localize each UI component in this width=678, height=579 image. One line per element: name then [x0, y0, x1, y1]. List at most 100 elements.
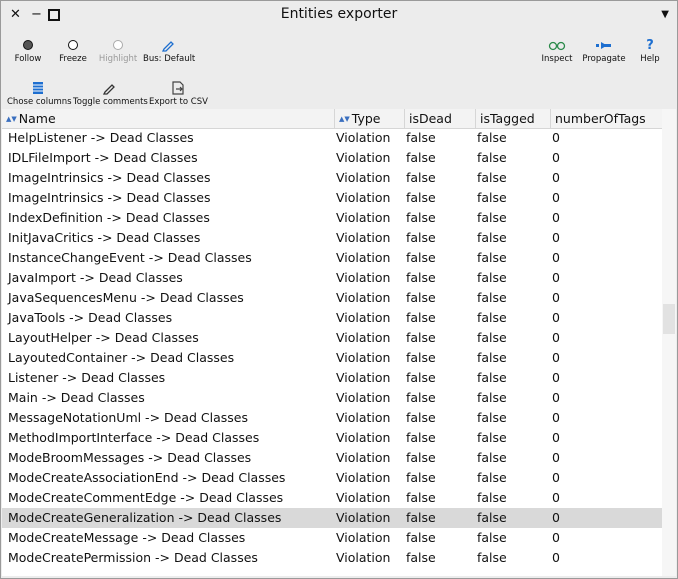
table-row[interactable]: Main -> Dead Classes Violation false false 0 — [2, 388, 662, 408]
table-row[interactable]: JavaSequencesMenu -> Dead Classes Violati… — [2, 288, 662, 308]
cell-istagged: false — [477, 250, 507, 265]
cell-istagged: false — [477, 470, 507, 485]
table-row[interactable]: JavaTools -> Dead Classes Violation false f… — [2, 308, 662, 328]
column-header-istagged[interactable]: isTagged — [476, 109, 551, 128]
cell-type: Violation — [336, 370, 391, 385]
cell-istagged: false — [477, 290, 507, 305]
bus-label: Bus: Default — [143, 54, 196, 64]
pencil-icon — [143, 36, 193, 54]
cell-istagged: false — [477, 210, 507, 225]
entities-table: ▲▼ Name ▲▼ Type isDead isTagged numberOfTa… — [2, 109, 676, 576]
chose-columns-label: Chose columns — [7, 97, 72, 107]
cell-istagged: false — [477, 350, 507, 365]
table-row[interactable]: ModeCreatePermission -> Dead Classes Viol… — [2, 548, 662, 568]
cell-isdead: false — [406, 230, 436, 245]
cell-numberoftags: 0 — [552, 430, 560, 445]
cell-numberoftags: 0 — [552, 370, 560, 385]
cell-isdead: false — [406, 550, 436, 565]
table-row[interactable]: ModeBroomMessages -> Dead Classes Violati… — [2, 448, 662, 468]
chose-columns-button[interactable]: Chose columns — [7, 79, 72, 108]
cell-name: ModeCreateMessage -> Dead Classes — [8, 530, 246, 545]
help-button[interactable]: ? Help — [635, 36, 665, 65]
scrollbar-thumb[interactable] — [663, 304, 675, 334]
cell-type: Violation — [336, 490, 391, 505]
highlight-button[interactable]: Highlight — [97, 36, 139, 65]
follow-button[interactable]: Follow — [9, 36, 47, 65]
table-header: ▲▼ Name ▲▼ Type isDead isTagged numberOfTa… — [2, 109, 662, 129]
inspect-label: Inspect — [541, 54, 573, 64]
cell-isdead: false — [406, 470, 436, 485]
freeze-label: Freeze — [59, 54, 87, 64]
cell-numberoftags: 0 — [552, 250, 560, 265]
table-row[interactable]: JavaImport -> Dead Classes Violation false… — [2, 268, 662, 288]
cell-name: JavaSequencesMenu -> Dead Classes — [8, 290, 244, 305]
bus-button[interactable]: Bus: Default — [143, 36, 196, 65]
propagate-button[interactable]: Propagate — [581, 36, 627, 65]
table-row[interactable]: Listener -> Dead Classes Violation false fa… — [2, 368, 662, 388]
cell-isdead: false — [406, 270, 436, 285]
cell-numberoftags: 0 — [552, 390, 560, 405]
vertical-scrollbar[interactable] — [662, 109, 676, 576]
cell-numberoftags: 0 — [552, 530, 560, 545]
table-row[interactable]: MethodImportInterface -> Dead Classes Vio… — [2, 428, 662, 448]
table-row[interactable]: LayoutedContainer -> Dead Classes Violati… — [2, 348, 662, 368]
export-csv-label: Export to CSV — [149, 97, 208, 107]
cell-istagged: false — [477, 530, 507, 545]
cell-type: Violation — [336, 390, 391, 405]
table-row[interactable]: ImageIntrinsics -> Dead Classes Violation… — [2, 168, 662, 188]
column-header-type[interactable]: ▲▼ Type — [335, 109, 405, 128]
cell-istagged: false — [477, 370, 507, 385]
table-row[interactable]: HelpListener -> Dead Classes Violation fal… — [2, 128, 662, 148]
cell-isdead: false — [406, 330, 436, 345]
help-label: Help — [640, 54, 660, 64]
toggle-comments-button[interactable]: Toggle comments — [73, 79, 148, 108]
table-body: HelpListener -> Dead Classes Violation fal… — [2, 128, 662, 568]
cell-name: IndexDefinition -> Dead Classes — [8, 210, 210, 225]
cell-numberoftags: 0 — [552, 150, 560, 165]
table-row[interactable]: InstanceChangeEvent -> Dead Classes Viola… — [2, 248, 662, 268]
table-row[interactable]: IDLFileImport -> Dead Classes Violation fa… — [2, 148, 662, 168]
sort-icon: ▲▼ — [339, 115, 350, 123]
column-header-numberoftags[interactable]: numberOfTags — [551, 109, 662, 128]
cell-numberoftags: 0 — [552, 490, 560, 505]
table-row[interactable]: ImageIntrinsics -> Dead Classes Violation… — [2, 188, 662, 208]
cell-name: ModeCreatePermission -> Dead Classes — [8, 550, 258, 565]
cell-name: MethodImportInterface -> Dead Classes — [8, 430, 260, 445]
cell-numberoftags: 0 — [552, 330, 560, 345]
cell-type: Violation — [336, 250, 391, 265]
cell-name: LayoutHelper -> Dead Classes — [8, 330, 199, 345]
cell-type: Violation — [336, 470, 391, 485]
cell-isdead: false — [406, 390, 436, 405]
cell-numberoftags: 0 — [552, 470, 560, 485]
table-row[interactable]: ModeCreateGeneralization -> Dead Classes… — [2, 508, 662, 528]
inspect-button[interactable]: Inspect — [539, 36, 575, 65]
cell-name: ImageIntrinsics -> Dead Classes — [8, 170, 211, 185]
column-header-isdead[interactable]: isDead — [405, 109, 476, 128]
table-row[interactable]: InitJavaCritics -> Dead Classes Violation… — [2, 228, 662, 248]
cell-isdead: false — [406, 310, 436, 325]
cell-type: Violation — [336, 350, 391, 365]
cell-numberoftags: 0 — [552, 450, 560, 465]
cell-istagged: false — [477, 230, 507, 245]
cell-type: Violation — [336, 330, 391, 345]
cell-isdead: false — [406, 290, 436, 305]
table-row[interactable]: LayoutHelper -> Dead Classes Violation fal… — [2, 328, 662, 348]
table-row[interactable]: ModeCreateAssociationEnd -> Dead Classes… — [2, 468, 662, 488]
table-row[interactable]: IndexDefinition -> Dead Classes Violation… — [2, 208, 662, 228]
export-csv-button[interactable]: Export to CSV — [149, 79, 208, 108]
table-row[interactable]: ModeCreateMessage -> Dead Classes Violati… — [2, 528, 662, 548]
column-header-name[interactable]: ▲▼ Name — [2, 109, 335, 128]
cell-type: Violation — [336, 290, 391, 305]
cell-type: Violation — [336, 170, 391, 185]
filled-circle-icon — [9, 36, 47, 54]
cell-numberoftags: 0 — [552, 310, 560, 325]
cell-istagged: false — [477, 550, 507, 565]
circle-icon — [53, 36, 93, 54]
table-row[interactable]: ModeCreateCommentEdge -> Dead Classes Vio… — [2, 488, 662, 508]
window-menu-icon[interactable]: ▼ — [661, 9, 669, 20]
table-row[interactable]: MessageNotationUml -> Dead Classes Violat… — [2, 408, 662, 428]
freeze-button[interactable]: Freeze — [53, 36, 93, 65]
cell-numberoftags: 0 — [552, 410, 560, 425]
cell-numberoftags: 0 — [552, 550, 560, 565]
entities-exporter-window: ✕ − Entities exporter ▼ Follow Freeze Hi… — [0, 0, 678, 579]
